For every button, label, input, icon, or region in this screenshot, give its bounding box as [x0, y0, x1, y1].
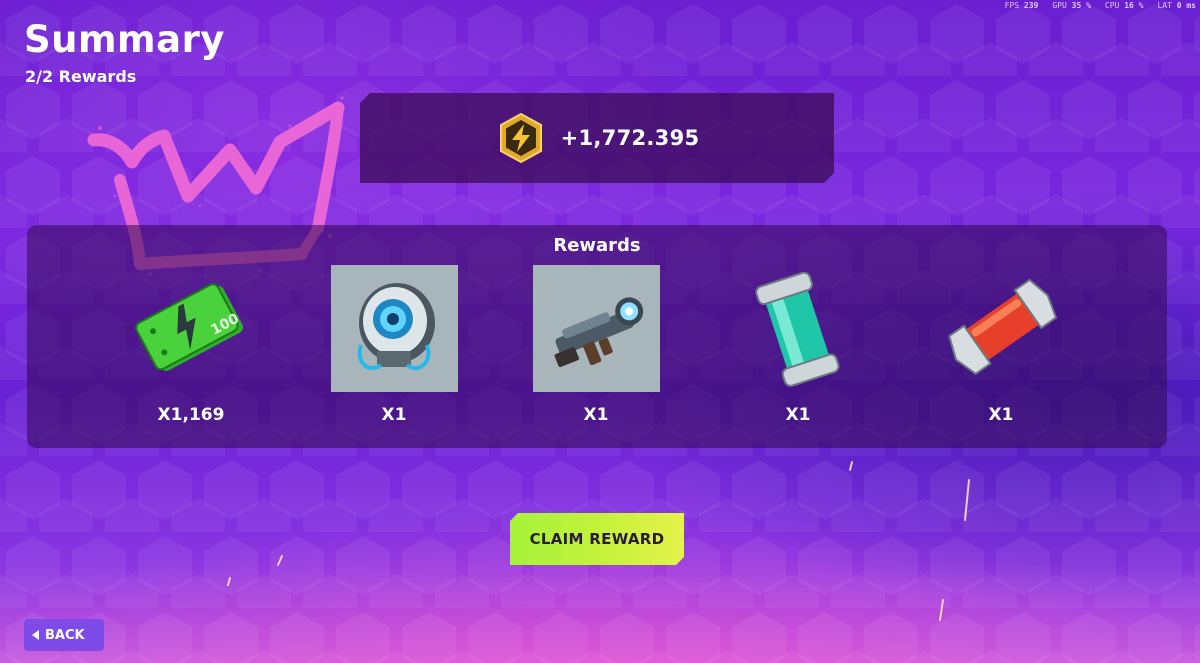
reward-item[interactable]: X1 [733, 265, 863, 445]
perf-lat: LAT 0 ms [1157, 1, 1196, 10]
reward-quantity: X1 [785, 405, 811, 425]
reward-quantity: X1,169 [157, 405, 225, 425]
rewards-title: Rewards [553, 235, 641, 256]
rewards-panel: Rewards 100 X1,169 X1 X1 X1 X1 [27, 225, 1167, 448]
drone-gadget-icon [331, 265, 458, 392]
reward-item[interactable]: 100 X1,169 [126, 265, 256, 445]
reward-item[interactable]: X1 [936, 265, 1066, 445]
currency-panel: +1,772.395 [360, 93, 834, 183]
green-canister-icon [755, 271, 840, 387]
back-arrow-icon [32, 630, 39, 640]
performance-overlay: FPS 239 GPU 35 % CPU 16 % LAT 0 ms [1005, 1, 1196, 10]
perf-gpu: GPU 35 % [1052, 1, 1091, 10]
back-button-label: BACK [45, 627, 85, 643]
rewards-progress: 2/2 Rewards [25, 67, 137, 86]
currency-amount: +1,772.395 [560, 126, 700, 150]
reward-quantity: X1 [988, 405, 1014, 425]
lightning-coin-icon [495, 112, 547, 164]
claim-reward-button[interactable]: CLAIM REWARD [510, 513, 684, 565]
page-title: Summary [24, 18, 225, 61]
perf-cpu: CPU 16 % [1104, 1, 1144, 10]
back-button[interactable]: BACK [24, 619, 104, 651]
blaster-weapon-icon [533, 265, 660, 392]
reward-quantity: X1 [583, 405, 609, 425]
reward-quantity: X1 [381, 405, 407, 425]
reward-item[interactable]: X1 [531, 265, 661, 445]
perf-fps: FPS 239 [1004, 1, 1039, 10]
red-canister-icon [948, 278, 1058, 376]
cash-bundle-icon: 100 [135, 283, 244, 371]
reward-item[interactable]: X1 [329, 265, 459, 445]
